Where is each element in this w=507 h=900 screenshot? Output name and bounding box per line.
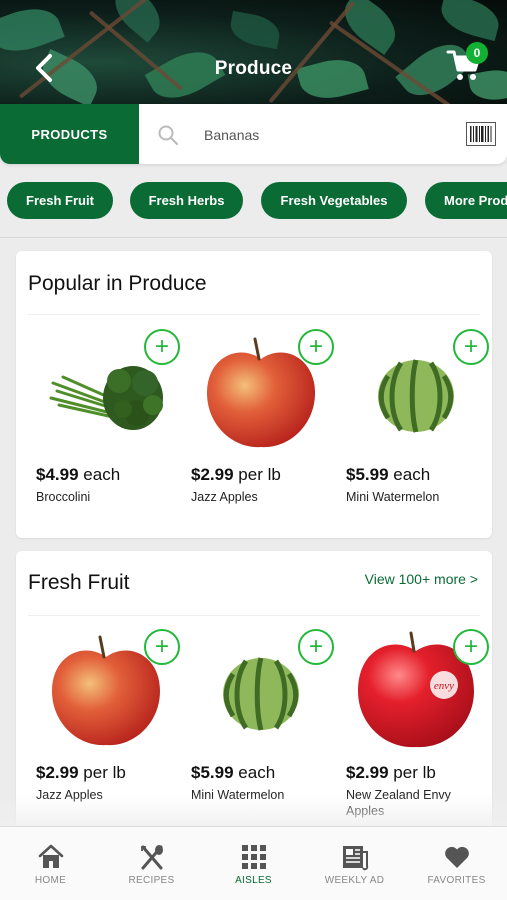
product-card[interactable]: + $5.99 each Mini Watermelon xyxy=(346,329,489,508)
tab-label: HOME xyxy=(34,875,67,886)
tab-label: WEEKLY AD xyxy=(324,875,385,886)
product-card[interactable]: + $2.99 per lb Jazz Apples xyxy=(191,329,334,508)
tab-recipes[interactable]: RECIPES xyxy=(101,827,202,900)
section-title: Fresh Fruit xyxy=(28,571,130,594)
chip-more-products[interactable]: More Prod xyxy=(425,182,507,219)
utensils-icon xyxy=(140,845,163,870)
product-price: $4.99 each xyxy=(36,465,121,484)
chip-fresh-herbs[interactable]: Fresh Herbs xyxy=(130,182,243,219)
tab-favorites[interactable]: FAVORITES xyxy=(406,827,507,900)
product-card[interactable]: + $2.99 per lb Jazz Apples xyxy=(36,629,180,811)
divider xyxy=(28,314,480,315)
product-name: Mini Watermelon xyxy=(346,490,440,504)
page-title: Produce xyxy=(214,58,293,79)
products-tab[interactable]: PRODUCTS xyxy=(0,104,139,164)
product-name: Broccolini xyxy=(36,490,91,504)
add-to-cart-button[interactable]: + xyxy=(144,329,180,365)
popular-card: Popular in Produce + $4.99 each Broccoli… xyxy=(16,251,492,538)
home-icon xyxy=(38,844,63,868)
add-to-cart-button[interactable]: + xyxy=(453,629,489,665)
section-title: Popular in Produce xyxy=(28,272,207,295)
bottom-tab-bar: HOME RECIPES AISLES WEEKLY AD FAVORITES xyxy=(0,826,507,900)
product-price: $2.99 per lb xyxy=(191,465,281,484)
add-to-cart-button[interactable]: + xyxy=(298,329,334,365)
tab-home[interactable]: HOME xyxy=(0,827,101,900)
product-price: $5.99 each xyxy=(346,465,431,484)
divider xyxy=(28,615,480,616)
view-more-link[interactable]: View 100+ more > xyxy=(365,571,478,587)
add-to-cart-button[interactable]: + xyxy=(453,329,489,365)
cart-button[interactable]: 0 xyxy=(446,42,488,86)
heart-icon xyxy=(444,846,469,868)
product-price: $5.99 each xyxy=(191,763,276,782)
tab-label: AISLES xyxy=(235,875,272,886)
tab-label: RECIPES xyxy=(128,875,175,886)
add-to-cart-button[interactable]: + xyxy=(144,629,180,665)
svg-text:envy: envy xyxy=(434,680,454,692)
newspaper-icon xyxy=(342,846,368,871)
tab-weekly-ad[interactable]: WEEKLY AD xyxy=(304,827,405,900)
tab-label: FAVORITES xyxy=(427,875,486,886)
product-card[interactable]: + $5.99 each Mini Watermelon xyxy=(191,629,334,811)
divider xyxy=(0,237,507,238)
product-card[interactable]: + $4.99 each Broccolini xyxy=(36,329,180,508)
barcode-scan-icon[interactable] xyxy=(466,122,496,146)
product-card[interactable]: envy + $2.99 per lb New Zealand Envy App… xyxy=(346,629,489,818)
product-price: $2.99 per lb xyxy=(36,763,126,782)
product-name: Jazz Apples xyxy=(191,490,258,504)
category-chips: Fresh Fruit Fresh Herbs Fresh Vegetables… xyxy=(0,182,507,222)
chip-fresh-vegetables[interactable]: Fresh Vegetables xyxy=(261,182,407,219)
header-banner xyxy=(0,0,507,104)
search-input[interactable] xyxy=(204,122,454,148)
cart-count-badge: 0 xyxy=(466,42,488,64)
scroll-fade xyxy=(0,795,507,827)
search-bar: PRODUCTS xyxy=(0,104,507,164)
tab-aisles[interactable]: AISLES xyxy=(203,827,304,900)
chip-fresh-fruit[interactable]: Fresh Fruit xyxy=(7,182,113,219)
grid-icon xyxy=(241,845,266,869)
search-icon xyxy=(158,125,179,146)
add-to-cart-button[interactable]: + xyxy=(298,629,334,665)
product-price: $2.99 per lb xyxy=(346,763,436,782)
